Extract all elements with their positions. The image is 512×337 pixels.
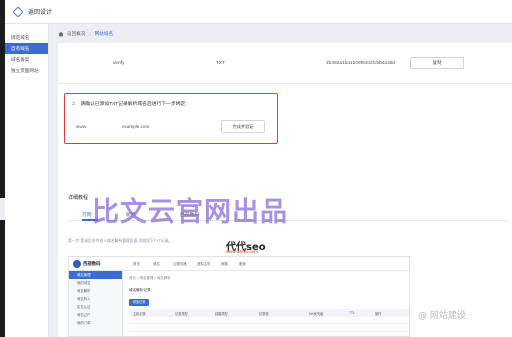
breadcrumb: 返回概况 / 网站域名 — [58, 28, 512, 40]
shot-breadcrumb: 首页 > 域名管理 > 域名解析 — [129, 276, 171, 280]
shot-nav-item: 首页 — [133, 262, 140, 266]
shot-side-item: 域名解析 — [77, 289, 91, 293]
shot-col: TTL — [349, 311, 355, 315]
shot-col: 记录类型 — [175, 312, 188, 316]
shot-table-header — [129, 309, 409, 317]
shot-nav-item: 备案 — [239, 262, 246, 266]
sidebar-item-standalone[interactable]: 独立页面网站 — [5, 65, 48, 76]
verification-highlight-box: 2. 请确认已添加TXT记录解析域名后进行下一步绑定: www. example… — [64, 93, 278, 144]
dns-host: verify — [113, 61, 125, 66]
domain-prefix: www. — [76, 124, 87, 129]
shot-logo-icon — [73, 260, 81, 268]
tutorial-title: 详细教程 — [68, 195, 89, 201]
breadcrumb-current: 网站域名 — [94, 31, 114, 36]
top-bar: 返回设计 — [5, 0, 512, 24]
shot-nav-item: 虚拟主机 — [197, 262, 211, 266]
shot-side-item: 域名转入 — [77, 297, 91, 301]
app-logo-icon[interactable] — [12, 5, 24, 18]
shot-brand: 西部数码 — [83, 261, 101, 266]
shot-table-row — [129, 323, 409, 324]
shot-side-item: 我的域名 — [77, 281, 91, 285]
watermark-text: 比文云官网出品 — [92, 197, 288, 228]
breadcrumb-home[interactable]: 返回概况 — [67, 31, 85, 37]
shot-table-row — [129, 331, 409, 332]
shot-nav-item: 邮箱 — [221, 262, 228, 266]
tutorial-hint: 第一步:登录后台并进入域名解析管理页面,添加如下TXT记录。 — [68, 239, 173, 243]
tab-wanwang[interactable]: 万网 — [82, 211, 92, 218]
dns-value: 2b492a1ba1b09f9402fc5b4a3dd — [326, 61, 396, 66]
tutorial-screenshot: 西部数码 首页 域名 云服务器 虚拟主机 邮箱 备案 域名管理 我的域名 域名解… — [68, 256, 410, 337]
shot-side-item: 域名管理 — [69, 271, 122, 279]
home-icon[interactable] — [58, 31, 64, 37]
domain-value: example.com — [122, 124, 150, 129]
sidebar-item-bind-domain[interactable]: 绑定域名 — [5, 32, 48, 43]
shot-section-title: 域名解析记录 — [129, 288, 151, 292]
shot-side-item: 我的订单 — [77, 321, 91, 325]
shot-col: 线路类型 — [215, 312, 228, 316]
shot-sidebar: 域名管理 我的域名 域名解析 域名转入 实名认证 域名过户 我的订单 — [69, 271, 123, 336]
shot-col: 操作 — [375, 312, 382, 316]
breadcrumb-separator: / — [89, 31, 91, 37]
shot-col: 记录值 — [259, 312, 269, 316]
copy-button[interactable]: 复制 — [410, 57, 464, 69]
verification-instruction: 2. 请确认已添加TXT记录解析域名后进行下一步绑定: — [72, 100, 187, 107]
shot-col: 主机记录 — [133, 312, 146, 316]
sidebar-item-own-domain[interactable]: 自有域名 — [5, 43, 48, 54]
shot-topbar: 西部数码 首页 域名 云服务器 虚拟主机 邮箱 备案 — [69, 257, 409, 271]
shot-col: MX优先级 — [309, 312, 324, 316]
back-to-design-link[interactable]: 返回设计 — [28, 7, 52, 16]
shot-side-item: 域名过户 — [77, 313, 91, 317]
shot-side-item: 实名认证 — [77, 305, 91, 309]
corner-watermark: @ 网站建设 — [418, 311, 466, 321]
shot-add-record-button: 添加记录 — [129, 299, 149, 306]
step-text: 请确认已添加TXT记录解析域名后进行下一步绑定: — [80, 102, 187, 107]
step-number: 2. — [72, 102, 77, 107]
shot-nav-item: 域名 — [153, 262, 160, 266]
verify-button[interactable]: 完成并验证 — [221, 120, 265, 133]
dns-record-row: verify TXT 2b492a1ba1b09f9402fc5b4a3dd 复… — [58, 55, 512, 73]
sidebar-item-icp[interactable]: 域名备案 — [5, 54, 48, 65]
dns-type: TXT — [216, 61, 226, 66]
shot-nav-item: 云服务器 — [173, 262, 187, 266]
sidebar: 绑定域名 自有域名 域名备案 独立页面网站 — [5, 24, 49, 337]
divider — [58, 83, 512, 84]
watermark-url: www.ddseo.com — [226, 249, 258, 254]
